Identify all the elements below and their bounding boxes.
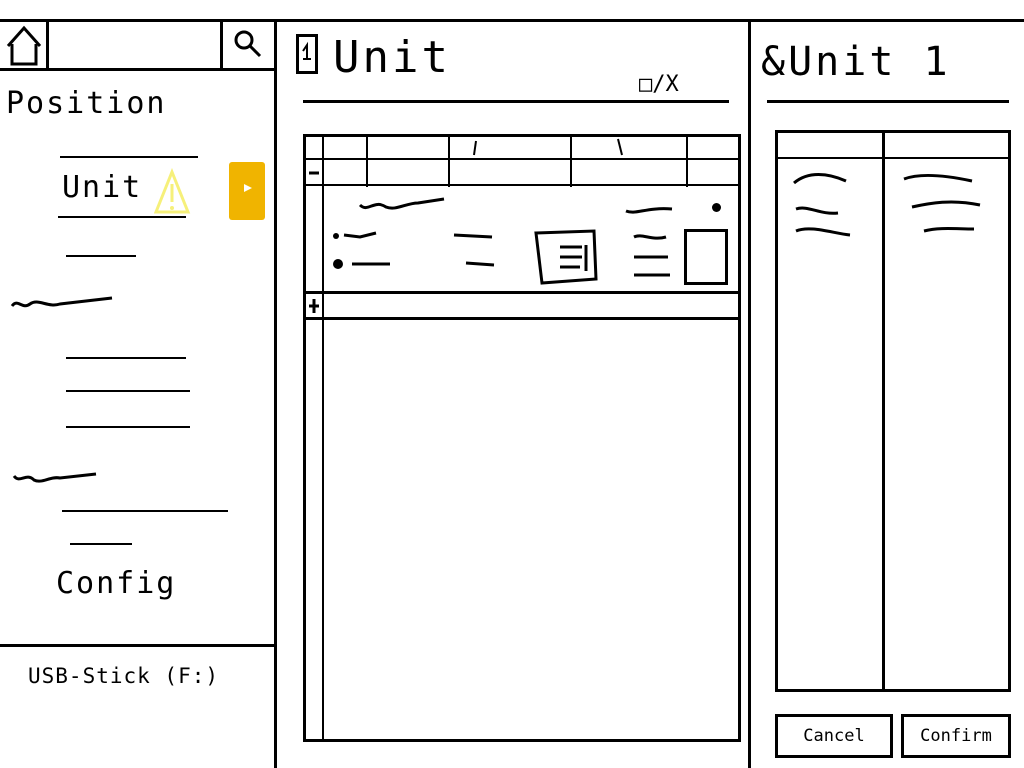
tree-item-config[interactable]: Config bbox=[56, 566, 176, 601]
collapse-button[interactable] bbox=[306, 161, 322, 183]
status-dot bbox=[712, 203, 721, 212]
unit-icon bbox=[302, 41, 311, 60]
detail-title bbox=[358, 197, 445, 210]
dialog-title: &Unit 1 bbox=[761, 39, 951, 85]
column-divider bbox=[448, 137, 450, 187]
tree-group-label bbox=[10, 296, 113, 308]
right-panel: &Unit 1 Cancel Confirm bbox=[751, 22, 1024, 768]
selection-underline bbox=[58, 216, 186, 218]
property-names bbox=[793, 173, 851, 237]
title-underline bbox=[303, 100, 729, 103]
tree-item[interactable] bbox=[66, 426, 190, 428]
column-divider bbox=[882, 133, 885, 689]
table-row-border bbox=[306, 317, 738, 320]
property-values bbox=[903, 173, 981, 233]
drive-divider bbox=[0, 644, 276, 647]
tree-item[interactable] bbox=[66, 255, 136, 257]
window-controls[interactable]: □/X bbox=[639, 72, 679, 97]
home-button[interactable] bbox=[2, 22, 46, 68]
search-icon bbox=[234, 30, 262, 58]
detail-field bbox=[633, 234, 670, 277]
column-divider bbox=[686, 137, 688, 187]
tree-item[interactable] bbox=[70, 543, 132, 545]
drive-label[interactable]: USB-Stick (F:) bbox=[28, 664, 219, 688]
editor-gutter bbox=[322, 137, 324, 739]
table-row-border bbox=[306, 184, 738, 186]
detail-field bbox=[453, 233, 495, 267]
page-title: Unit bbox=[333, 32, 451, 83]
expand-button[interactable] bbox=[306, 295, 322, 317]
tree-item[interactable] bbox=[62, 510, 228, 512]
tree-item[interactable] bbox=[66, 357, 186, 359]
plus-icon bbox=[309, 299, 319, 313]
position-heading: Position bbox=[6, 86, 167, 121]
table-header-border bbox=[778, 157, 1008, 159]
table-row-border bbox=[306, 291, 738, 294]
warning-icon bbox=[154, 168, 191, 214]
tree-item[interactable] bbox=[60, 156, 198, 158]
toolbar-bottom-border bbox=[0, 68, 276, 71]
detail-field bbox=[333, 259, 390, 269]
search-button[interactable] bbox=[224, 22, 274, 68]
center-panel: Unit □/X bbox=[277, 22, 749, 768]
search-input[interactable] bbox=[50, 22, 220, 68]
unit-title-icon-box bbox=[296, 34, 318, 74]
detail-field bbox=[333, 231, 377, 239]
column-divider bbox=[366, 137, 368, 187]
notes-button[interactable] bbox=[532, 227, 600, 287]
cancel-button[interactable]: Cancel bbox=[775, 714, 893, 758]
dialog-title-underline bbox=[767, 100, 1009, 103]
image-placeholder[interactable] bbox=[684, 229, 728, 285]
tree-item-unit-label: Unit bbox=[62, 170, 143, 205]
tree-group-label bbox=[12, 472, 97, 483]
tree-item[interactable] bbox=[66, 390, 190, 392]
toolbar-divider bbox=[220, 20, 223, 70]
confirm-button[interactable]: Confirm bbox=[901, 714, 1011, 758]
minus-icon bbox=[309, 171, 319, 175]
column-header-marks bbox=[473, 138, 623, 156]
properties-table bbox=[775, 130, 1011, 692]
cancel-button-label: Cancel bbox=[803, 726, 865, 746]
tree-item-unit[interactable]: Unit bbox=[58, 168, 192, 220]
document-icon bbox=[534, 229, 598, 285]
left-panel: Position Unit Config USB-Stick (F:) bbox=[0, 0, 276, 768]
confirm-button-label: Confirm bbox=[920, 726, 992, 746]
play-icon bbox=[244, 184, 252, 192]
flag-badge[interactable] bbox=[229, 162, 265, 220]
toolbar-divider bbox=[46, 20, 49, 70]
home-icon bbox=[6, 25, 42, 66]
editor-frame bbox=[303, 134, 741, 742]
detail-value bbox=[625, 207, 673, 214]
